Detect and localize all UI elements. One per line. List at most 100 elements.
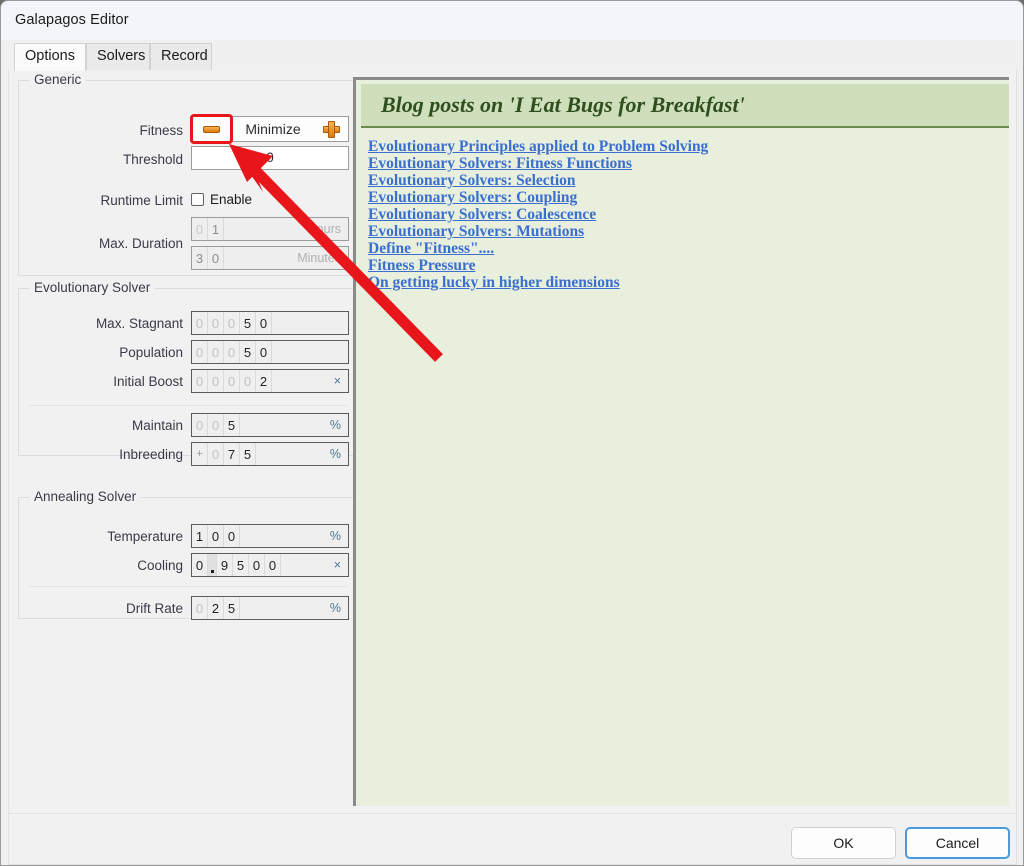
digit-cell[interactable]: 5	[224, 414, 240, 436]
blog-link[interactable]: Evolutionary Principles applied to Probl…	[368, 138, 1003, 155]
digit-cell[interactable]: 0	[224, 312, 240, 334]
blog-link[interactable]: Evolutionary Solvers: Selection	[368, 172, 1003, 189]
digit-filler	[240, 597, 330, 619]
runtime-limit-checkbox[interactable]	[191, 193, 204, 206]
runtime-limit-checkbox-label: Enable	[210, 192, 253, 207]
tab-solvers[interactable]: Solvers	[86, 43, 150, 71]
label-threshold: Threshold	[122, 152, 183, 167]
fitness-minimize-button[interactable]	[192, 117, 232, 141]
digit-cell[interactable]: 0	[265, 554, 281, 576]
digit-cell[interactable]: 0	[224, 341, 240, 363]
digit-cell[interactable]: 0	[208, 525, 224, 547]
tab-record[interactable]: Record	[150, 43, 212, 71]
blog-link[interactable]: Evolutionary Solvers: Fitness Functions	[368, 155, 1003, 172]
digit-cell[interactable]: 7	[224, 443, 240, 465]
digit-filler	[272, 370, 334, 392]
label-drift-rate: Drift Rate	[125, 601, 183, 616]
digit-cell[interactable]: 2	[208, 597, 224, 619]
digit-cell[interactable]: 0	[208, 247, 224, 269]
digit-cell[interactable]: 0	[192, 341, 208, 363]
fitness-mode-selector[interactable]: Minimize	[191, 116, 349, 142]
blog-link[interactable]: Evolutionary Solvers: Mutations	[368, 223, 1003, 240]
digit-cell[interactable]: 0	[224, 370, 240, 392]
inbreeding-input[interactable]: + 0 7 5 %	[191, 442, 349, 466]
digit-cell[interactable]: 0	[192, 218, 208, 240]
digit-cell[interactable]: 0	[192, 554, 208, 576]
label-inbreeding: Inbreeding	[119, 447, 183, 462]
temperature-unit: %	[329, 529, 341, 543]
max-duration-minutes-input[interactable]: 3 0 Minutes	[191, 246, 349, 270]
fitness-maximize-button[interactable]	[314, 117, 348, 141]
dialog-footer: OK Cancel	[8, 814, 1017, 865]
annealing-separator	[29, 586, 347, 587]
drift-rate-input[interactable]: 0 2 5 %	[191, 596, 349, 620]
digit-cell[interactable]: 0	[208, 370, 224, 392]
tab-strip: Options Solvers Record	[8, 43, 1016, 72]
cooling-input[interactable]: 0 9 5 0 0 ×	[191, 553, 349, 577]
digit-cell[interactable]: 0	[208, 414, 224, 436]
digit-filler	[240, 525, 330, 547]
digit-cell[interactable]: 2	[256, 370, 272, 392]
digit-cell[interactable]: 0	[256, 341, 272, 363]
digit-cell[interactable]: 5	[240, 341, 256, 363]
digit-cell[interactable]: 0	[208, 443, 224, 465]
digit-cell[interactable]: 0	[249, 554, 265, 576]
digit-cell[interactable]: 5	[240, 312, 256, 334]
cancel-button[interactable]: Cancel	[905, 827, 1010, 859]
group-annealing-solver: Annealing Solver Temperature 1 0 0 % Coo…	[18, 489, 356, 620]
digit-filler	[281, 554, 334, 576]
label-population: Population	[119, 345, 183, 360]
digit-cell[interactable]: 0	[224, 525, 240, 547]
digit-cell[interactable]: 5	[224, 597, 240, 619]
runtime-limit-enable-row[interactable]: Enable	[191, 192, 252, 207]
drift-rate-unit: %	[329, 601, 341, 615]
blog-link[interactable]: On getting lucky in higher dimensions	[368, 274, 1003, 291]
label-runtime-limit: Runtime Limit	[100, 193, 183, 208]
digit-filler	[256, 443, 330, 465]
digit-cell[interactable]: 0	[208, 341, 224, 363]
window-title: Galapagos Editor	[15, 12, 129, 28]
digit-cell[interactable]: 1	[192, 525, 208, 547]
evolutionary-separator	[29, 405, 347, 406]
minus-icon	[203, 125, 220, 133]
digit-cell[interactable]: 0	[192, 370, 208, 392]
label-max-duration: Max. Duration	[98, 236, 183, 251]
initial-boost-input[interactable]: 0 0 0 0 2 ×	[191, 369, 349, 393]
max-duration-hours-input[interactable]: 0 1 Hours	[191, 217, 349, 241]
threshold-input[interactable]: 0	[191, 146, 349, 170]
blog-panel-title: Blog posts on 'I Eat Bugs for Breakfast'	[381, 92, 745, 117]
label-fitness: Fitness	[139, 123, 183, 138]
digit-cell[interactable]: 0	[192, 597, 208, 619]
maintain-input[interactable]: 0 0 5 %	[191, 413, 349, 437]
sign-cell[interactable]: +	[192, 443, 208, 465]
label-initial-boost: Initial Boost	[113, 374, 183, 389]
digit-cell[interactable]: 9	[217, 554, 233, 576]
digit-cell[interactable]: 3	[192, 247, 208, 269]
digit-filler	[240, 414, 330, 436]
ok-button[interactable]: OK	[791, 827, 896, 859]
inbreeding-unit: %	[329, 447, 341, 461]
digit-cell[interactable]: 5	[233, 554, 249, 576]
digit-cell[interactable]: 0	[192, 414, 208, 436]
population-input[interactable]: 0 0 0 5 0	[191, 340, 349, 364]
digit-filler	[272, 341, 348, 363]
digit-cell[interactable]: 0	[208, 312, 224, 334]
decimal-point-cell	[208, 554, 217, 576]
digit-cell[interactable]: 5	[240, 443, 256, 465]
window-titlebar: Galapagos Editor	[1, 1, 1023, 40]
blog-panel-header: Blog posts on 'I Eat Bugs for Breakfast'	[361, 84, 1009, 128]
blog-link[interactable]: Define "Fitness"....	[368, 240, 1003, 257]
blog-link[interactable]: Fitness Pressure	[368, 257, 1003, 274]
temperature-input[interactable]: 1 0 0 %	[191, 524, 349, 548]
max-stagnant-input[interactable]: 0 0 0 5 0	[191, 311, 349, 335]
tab-options[interactable]: Options	[14, 43, 86, 71]
blog-link[interactable]: Evolutionary Solvers: Coupling	[368, 189, 1003, 206]
blog-link[interactable]: Evolutionary Solvers: Coalescence	[368, 206, 1003, 223]
digit-cell[interactable]: 0	[240, 370, 256, 392]
galapagos-editor-window: Galapagos Editor Options Solvers Record …	[0, 0, 1024, 866]
label-max-stagnant: Max. Stagnant	[95, 316, 183, 331]
digit-cell[interactable]: 1	[208, 218, 224, 240]
digit-cell[interactable]: 0	[256, 312, 272, 334]
cooling-unit: ×	[333, 558, 341, 572]
digit-cell[interactable]: 0	[192, 312, 208, 334]
